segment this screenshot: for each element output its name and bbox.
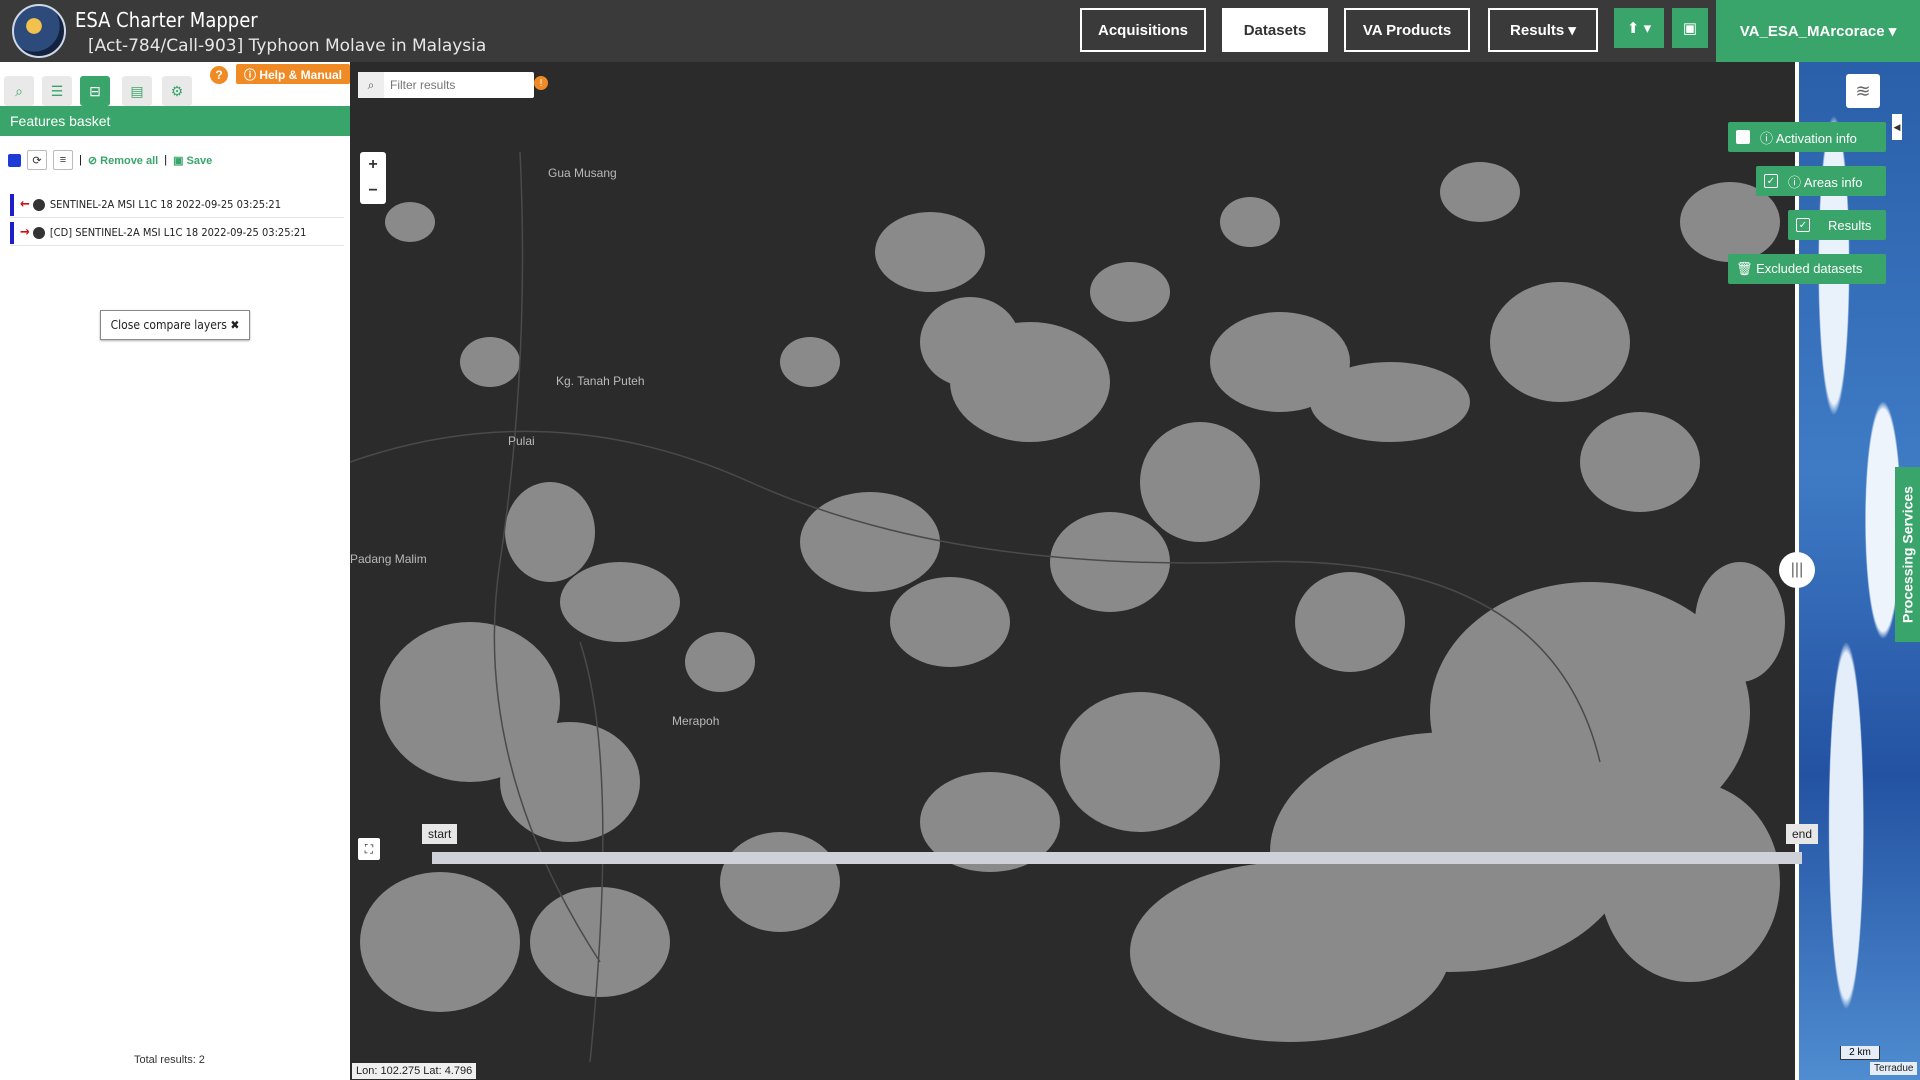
charter-logo-icon[interactable] [12,4,66,58]
basket-item[interactable]: → [CD] SENTINEL-2A MSI L1C 18 2022-09-25… [10,220,344,246]
cloud-mask-layer [350,151,1785,1063]
zoom-out-button[interactable]: − [360,178,386,204]
excluded-datasets-button[interactable]: 🗑 Excluded datasets [1728,254,1886,284]
timeline-end-label: end [1786,824,1819,844]
help-question-icon[interactable]: ? [210,66,228,84]
map-attribution: Terradue [1870,1062,1918,1075]
activation-info-checkbox[interactable] [1736,130,1750,144]
results-panel[interactable]: ✓ Results [1788,210,1886,240]
compare-right-arrow-icon[interactable]: → [20,225,30,240]
split-drag-handle[interactable]: ||| [1779,552,1815,588]
results-checkbox[interactable]: ✓ [1796,218,1810,232]
nav-acquisitions-button[interactable]: Acquisitions [1080,8,1206,52]
filter-box: ⌕ [358,72,534,98]
basket-toolbar: ⟳ ≡ | ⊘ Remove all | ▣ Save [8,150,212,170]
activation-subtitle: [Act-784/Call-903] Typhoon Molave in Mal… [88,36,487,56]
top-bar: ESA Charter Mapper [Act-784/Call-903] Ty… [0,0,1920,62]
areas-info-label: ⓘ Areas info [1788,174,1863,190]
item-color-bar [10,193,14,216]
app-title: ESA Charter Mapper [75,8,258,32]
basket-item-label: SENTINEL-2A MSI L1C 18 2022-09-25 03:25:… [49,198,282,211]
upload-dropdown-button[interactable]: ⬆ ▾ [1614,8,1664,48]
activation-info-panel[interactable]: ⓘ Activation info [1728,122,1886,152]
layers-icon[interactable]: ≋ [1846,74,1880,108]
close-compare-layers-button[interactable]: Close compare layers ✖ [100,310,250,340]
place-label: Gua Musang [548,166,617,180]
nav-results-dropdown[interactable]: Results ▾ [1488,8,1598,52]
filter-info-icon[interactable]: ! [534,76,548,90]
separator: | [164,154,168,166]
briefcase-icon[interactable]: ▣ [1672,8,1708,48]
save-link[interactable]: ▣ Save [173,154,212,167]
results-label: Results [1828,217,1872,233]
archive-tool-icon[interactable]: ▤ [122,76,152,106]
features-basket-header: Features basket [0,106,350,136]
areas-info-checkbox[interactable]: ✓ [1764,174,1778,188]
search-tool-icon[interactable]: ⌕ [4,76,34,106]
globe-icon [32,198,45,211]
refresh-icon[interactable]: ⟳ [27,150,47,170]
menu-icon[interactable]: ≡ [53,150,73,170]
areas-info-panel[interactable]: ✓ ⓘ Areas info [1756,166,1886,196]
place-label: Merapoh [672,714,720,728]
nav-va-products-button[interactable]: VA Products [1344,8,1470,52]
processing-services-tab[interactable]: Processing Services [1895,467,1920,642]
map-canvas[interactable]: ||| ⌕ ! + − Gua Musang Kg. Tanah Puteh P… [350,62,1920,1080]
cursor-coordinates: Lon: 102.275 Lat: 4.796 [352,1063,477,1079]
timeline-slider[interactable] [432,852,1802,864]
nav-datasets-button[interactable]: Datasets [1222,8,1328,52]
timeline-start-label: start [422,824,458,844]
fullscreen-icon[interactable]: ⛶ [358,838,380,860]
remove-all-link[interactable]: ⊘ Remove all [88,154,158,167]
filter-results-input[interactable] [384,74,534,96]
compare-left-arrow-icon[interactable]: ← [20,197,30,212]
zoom-in-button[interactable]: + [360,152,386,178]
basket-tool-icon[interactable]: ⊟ [80,76,110,106]
item-color-bar [10,221,14,244]
basket-item[interactable]: ← SENTINEL-2A MSI L1C 18 2022-09-25 03:2… [10,192,344,218]
zoom-control: + − [360,152,386,204]
place-label: Pulai [508,434,535,448]
select-all-checkbox[interactable] [8,153,21,167]
sidebar: ⌕ ☰ ⊟ ▤ ⚙ ? ⓘ Help & Manual Features bas… [0,62,350,1080]
total-results: Total results: 2 [134,1054,205,1066]
list-tool-icon[interactable]: ☰ [42,76,72,106]
scale-bar: 2 km [1840,1046,1880,1060]
activation-info-label: ⓘ Activation info [1760,130,1857,146]
globe-icon [32,226,45,239]
settings-gear-icon[interactable]: ⚙ [162,76,192,106]
user-menu[interactable]: VA_ESA_MArcorace ▾ [1716,0,1920,62]
help-manual-button[interactable]: ⓘ Help & Manual [236,64,350,84]
place-label: Kg. Tanah Puteh [556,374,645,388]
panel-toggle-arrow-icon[interactable]: ◀ [1892,114,1902,140]
search-icon: ⌕ [358,72,384,98]
place-label: Padang Malim [350,552,427,566]
basket-item-label: [CD] SENTINEL-2A MSI L1C 18 2022-09-25 0… [49,226,307,239]
separator: | [79,154,82,166]
